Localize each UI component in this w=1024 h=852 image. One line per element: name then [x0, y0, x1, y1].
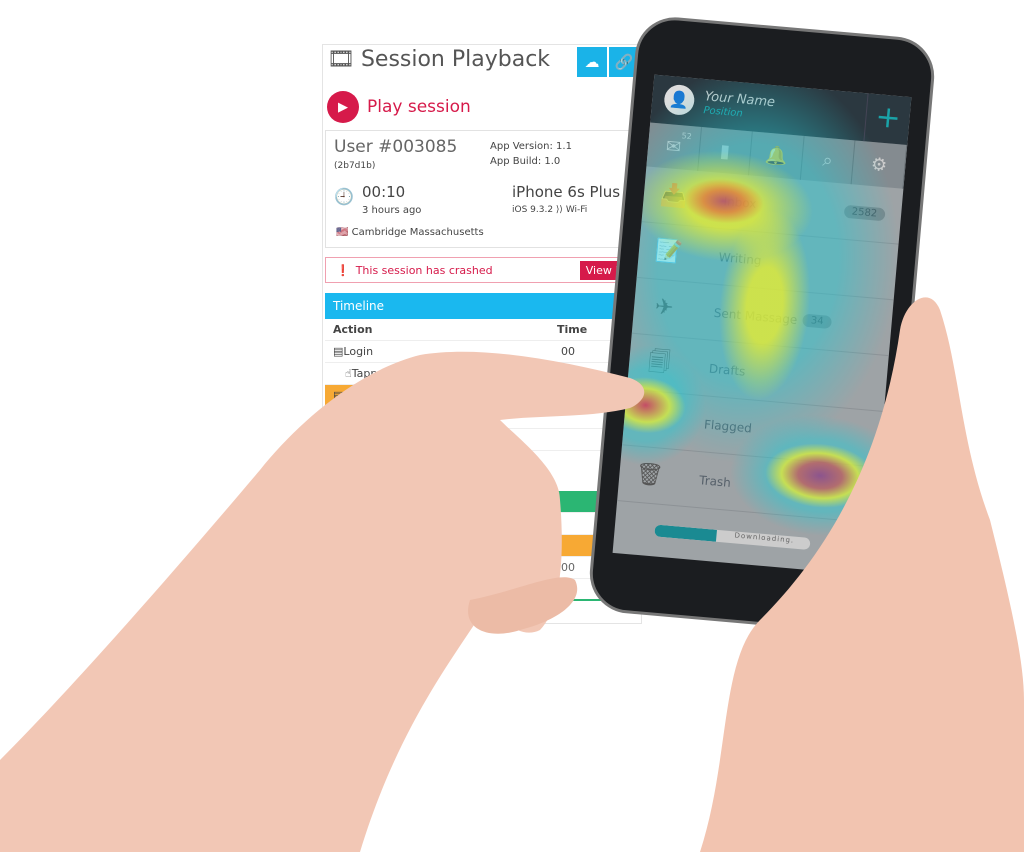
time-ago: 3 hours ago — [362, 205, 422, 216]
timeline-columns: Action Time — [325, 319, 635, 341]
writing-icon: 📝 — [654, 238, 684, 266]
play-session-button[interactable]: ▶ Play session — [327, 91, 471, 123]
table-row[interactable]: ▤ NewA — [325, 385, 635, 407]
table-row[interactable] — [325, 535, 635, 557]
add-button[interactable]: + — [863, 93, 912, 145]
os-network: iOS 9.3.2 ⟩⟩ Wi-Fi — [512, 205, 588, 215]
drafts-icon: 🗐 — [647, 348, 672, 376]
play-icon: ▶ — [327, 91, 359, 123]
user-id: User #003085 — [334, 137, 458, 157]
table-row[interactable] — [325, 513, 635, 535]
device: iPhone 6s Plus — [512, 183, 621, 201]
table-row[interactable] — [325, 429, 635, 451]
download-progress: Downloading. — [654, 524, 811, 551]
phone-screen: 👤 Your Name Position + ✉ 52 ▮ 🔔 ⌕ ⚙ 📥 Inbo… — [612, 74, 912, 576]
inbox-icon: 📥 — [659, 182, 689, 210]
session-info: User #003085 (2b7d1b) App Version: 1.1 A… — [325, 130, 635, 248]
gear-icon[interactable]: ⚙ — [851, 140, 908, 189]
panel-title: 🎞 Session Playback — [327, 47, 551, 72]
table-row[interactable]: ▤ Login 00 — [325, 341, 635, 363]
bookmark-icon[interactable]: ▮ — [697, 126, 754, 176]
table-row[interactable] — [325, 491, 635, 513]
download-button[interactable]: ☁ — [577, 47, 607, 77]
timeline-header: Timeline — [325, 293, 635, 319]
mail-icon[interactable]: ✉ 52 — [646, 122, 702, 171]
timeline: Timeline Action Time ▤ Login 00 ☝ Tapped B… — [325, 293, 635, 601]
user-hash: (2b7d1b) — [334, 161, 376, 171]
film-icon: 🎞 — [327, 47, 355, 72]
paper-plane-icon: ✈ — [653, 294, 675, 322]
trash-icon: 🗑 — [634, 461, 665, 489]
clock-icon: 🕘 — [334, 187, 354, 206]
duration: 00:10 — [362, 183, 406, 201]
alert-icon: ❗ — [336, 263, 350, 277]
table-row[interactable]: 48 AM 0 — [325, 579, 635, 601]
flag-icon — [624, 417, 684, 422]
app-version: App Version: 1.1 — [490, 141, 572, 152]
app-build: App Build: 1.0 — [490, 156, 561, 167]
location: 🇺🇸 Cambridge Massachusetts — [336, 227, 484, 238]
table-row[interactable]: ☐ — [325, 407, 635, 429]
table-row[interactable]: ☝ Tapped Bccount" — [325, 363, 635, 385]
search-icon[interactable]: ⌕ — [800, 135, 856, 185]
user-position: Position — [702, 105, 744, 120]
table-row[interactable]: k) 00 — [325, 557, 635, 579]
bell-icon[interactable]: 🔔 — [749, 131, 805, 180]
avatar: 👤 — [663, 83, 696, 117]
phone: 👤 Your Name Position + ✉ 52 ▮ 🔔 ⌕ ⚙ 📥 Inbo… — [586, 14, 938, 636]
crash-alert: ❗ This session has crashed View Lo — [325, 257, 635, 283]
